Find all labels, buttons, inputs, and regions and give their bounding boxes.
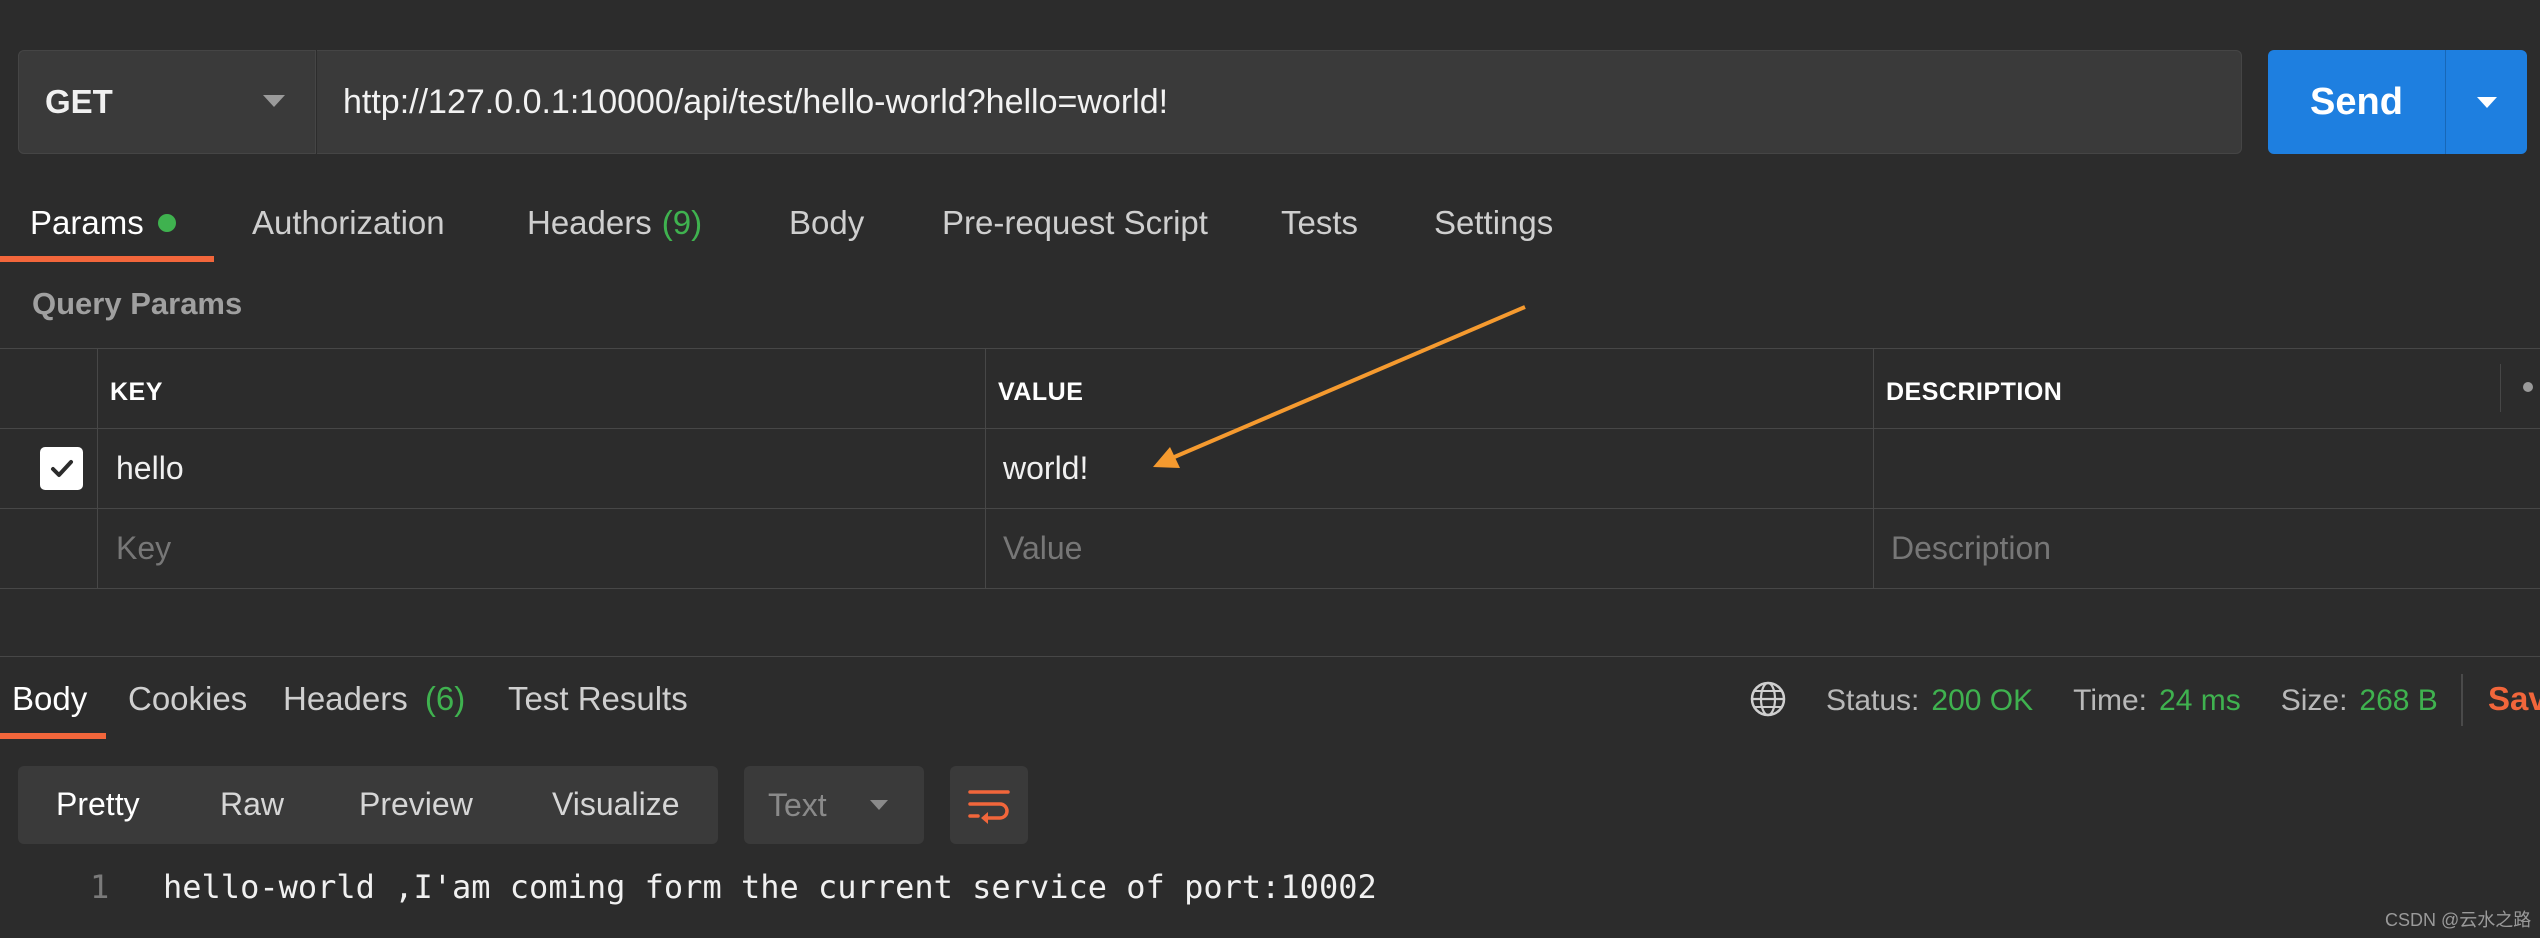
tab-cookies[interactable]: Cookies [128, 680, 247, 718]
time-value[interactable]: 24 ms [2159, 684, 2241, 718]
pane-divider [0, 656, 2540, 657]
time-label: Time: [2073, 684, 2148, 717]
tab-test-results[interactable]: Test Results [508, 680, 688, 718]
active-response-tab-underline [0, 733, 106, 739]
line-number: 1 [90, 868, 110, 906]
save-response-button[interactable]: Sav [2488, 680, 2540, 718]
response-body-text: hello-world ,I'am coming form the curren… [163, 868, 1377, 906]
size-value[interactable]: 268 B [2359, 684, 2437, 718]
meta-separator [2461, 674, 2463, 726]
tab-response-body[interactable]: Body [12, 680, 87, 718]
view-preview[interactable]: Preview [359, 786, 473, 823]
globe-icon[interactable] [1749, 680, 1787, 718]
status-value[interactable]: 200 OK [1931, 684, 2033, 718]
status-label: Status: [1826, 684, 1920, 717]
response-headers-count: (6) [424, 680, 466, 717]
tab-label: Headers [283, 680, 408, 717]
format-value: Text [768, 786, 827, 823]
view-pretty[interactable]: Pretty [56, 786, 140, 823]
view-mode-selector: Pretty Raw Preview Visualize [18, 766, 718, 844]
chevron-down-icon [870, 800, 888, 810]
wrap-lines-icon [968, 790, 1010, 824]
view-visualize[interactable]: Visualize [552, 786, 679, 823]
tab-response-headers[interactable]: Headers (6) [283, 680, 465, 718]
response-meta: Status: 200 OK Time: 24 ms Size: 268 B [1826, 676, 2478, 726]
view-raw[interactable]: Raw [220, 786, 284, 823]
wrap-lines-button[interactable] [950, 766, 1028, 844]
size-label: Size: [2280, 684, 2348, 717]
watermark: CSDN @云水之路 [2385, 910, 2532, 930]
format-select[interactable]: Text [744, 766, 924, 844]
